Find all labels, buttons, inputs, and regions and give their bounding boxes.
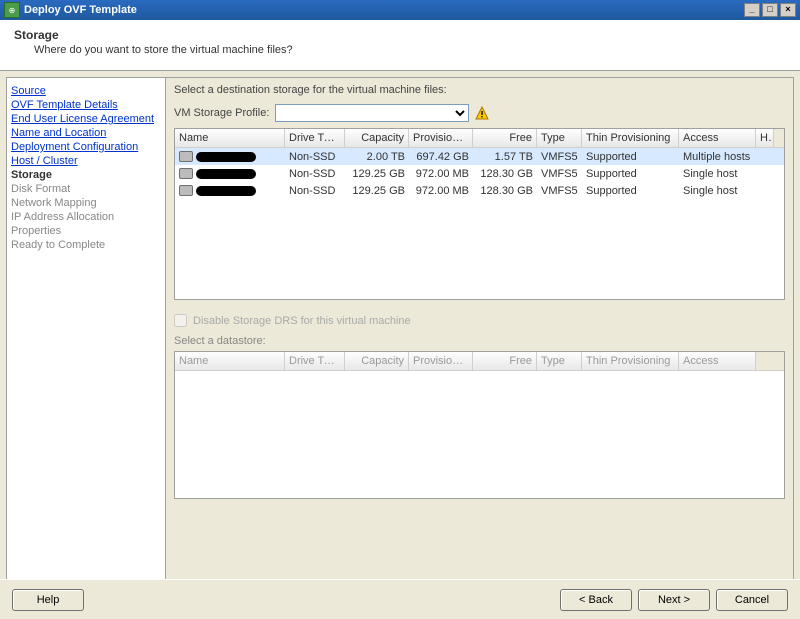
storage-row[interactable]: Non-SSD129.25 GB972.00 MB128.30 GBVMFS5S… [175,182,784,199]
col2-provisioned: Provisioned [409,352,473,370]
col-provisioned[interactable]: Provisioned [409,129,473,147]
close-button[interactable]: × [780,3,796,17]
wizard-step-3[interactable]: Name and Location [11,126,161,140]
datastore-icon [179,168,193,179]
wizard-step-8: Network Mapping [11,196,161,210]
storage-grid[interactable]: Name Drive Type Capacity Provisioned Fre… [174,128,785,300]
disable-drs-row: Disable Storage DRS for this virtual mac… [174,314,785,327]
destination-prompt: Select a destination storage for the vir… [174,84,785,96]
next-button[interactable]: Next > [638,589,710,611]
col2-capacity: Capacity [345,352,409,370]
col-h[interactable]: H... [756,129,774,147]
warning-icon [475,106,489,120]
col-free[interactable]: Free [473,129,537,147]
wizard-sidebar: SourceOVF Template DetailsEnd User Licen… [6,77,166,605]
col-capacity[interactable]: Capacity [345,129,409,147]
storage-profile-row: VM Storage Profile: [174,104,785,122]
datastore-sublabel: Select a datastore: [174,335,785,347]
wizard-step-11: Ready to Complete [11,238,161,252]
col-drive[interactable]: Drive Type [285,129,345,147]
datastore-grid: Name Drive Type Capacity Provisioned Fre… [174,351,785,499]
minimize-button[interactable]: _ [744,3,760,17]
storage-row[interactable]: Non-SSD129.25 GB972.00 MB128.30 GBVMFS5S… [175,165,784,182]
storage-profile-label: VM Storage Profile: [174,107,269,119]
wizard-step-7: Disk Format [11,182,161,196]
wizard-step-9: IP Address Allocation [11,210,161,224]
back-button[interactable]: < Back [560,589,632,611]
footer: Help < Back Next > Cancel [0,579,800,619]
storage-row[interactable]: Non-SSD2.00 TB697.42 GB1.57 TBVMFS5Suppo… [175,148,784,165]
datastore-icon [179,185,193,196]
col-name[interactable]: Name [175,129,285,147]
datastore-name-redacted [196,152,256,162]
wizard-step-1[interactable]: OVF Template Details [11,98,161,112]
disable-drs-checkbox [174,314,187,327]
storage-grid-header: Name Drive Type Capacity Provisioned Fre… [175,129,784,148]
datastore-name-redacted [196,186,256,196]
wizard-step-6: Storage [11,168,161,182]
col-thin[interactable]: Thin Provisioning [582,129,679,147]
page-subtitle: Where do you want to store the virtual m… [34,44,786,56]
wizard-step-10: Properties [11,224,161,238]
datastore-grid-header: Name Drive Type Capacity Provisioned Fre… [175,352,784,371]
window-title: Deploy OVF Template [24,4,744,16]
wizard-step-5[interactable]: Host / Cluster [11,154,161,168]
cancel-button[interactable]: Cancel [716,589,788,611]
col-type[interactable]: Type [537,129,582,147]
datastore-icon [179,151,193,162]
datastore-name-redacted [196,169,256,179]
col2-drive: Drive Type [285,352,345,370]
header: Storage Where do you want to store the v… [0,20,800,71]
page-title: Storage [14,28,786,42]
disable-drs-label: Disable Storage DRS for this virtual mac… [193,315,411,327]
wizard-step-4[interactable]: Deployment Configuration [11,140,161,154]
help-button[interactable]: Help [12,589,84,611]
app-icon: ⊕ [4,2,20,18]
storage-profile-select[interactable] [275,104,469,122]
col2-name: Name [175,352,285,370]
main-panel: Select a destination storage for the vir… [166,77,794,605]
window-controls: _ □ × [744,3,796,17]
wizard-step-0[interactable]: Source [11,84,161,98]
wizard-step-2[interactable]: End User License Agreement [11,112,161,126]
col2-thin: Thin Provisioning [582,352,679,370]
col2-free: Free [473,352,537,370]
titlebar: ⊕ Deploy OVF Template _ □ × [0,0,800,20]
col2-type: Type [537,352,582,370]
col-access[interactable]: Access [679,129,756,147]
maximize-button[interactable]: □ [762,3,778,17]
col2-access: Access [679,352,756,370]
